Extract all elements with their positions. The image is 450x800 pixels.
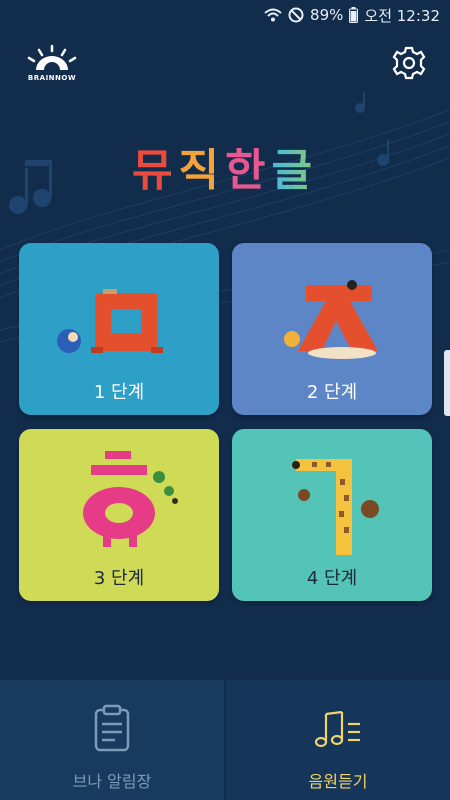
settings-button[interactable]: [390, 44, 428, 82]
battery-percent: 89%: [310, 6, 344, 24]
bottom-navigation: 브나 알림장 음원듣기: [0, 680, 450, 800]
app-title: 뮤직한글: [120, 124, 330, 196]
stage-1-card[interactable]: 1 단계: [19, 243, 219, 415]
notice-board-button[interactable]: 브나 알림장: [0, 680, 224, 800]
notice-board-label: 브나 알림장: [72, 772, 152, 791]
letter-hieut-icon: [83, 451, 178, 547]
letter-mieum-icon: [57, 289, 163, 353]
sunrise-logo-icon: [27, 44, 77, 70]
stage-1-label: 1 단계: [93, 382, 145, 403]
giraffe-icon: [292, 459, 379, 555]
clock: 오전 12:32: [364, 6, 440, 25]
battery-icon: [349, 7, 359, 23]
do-not-disturb-icon: [288, 7, 304, 23]
stage-4-card[interactable]: 4 단계: [232, 429, 432, 601]
clipboard-icon: [94, 704, 130, 752]
stage-4-label: 4 단계: [306, 568, 358, 589]
letter-jieut-icon: [284, 280, 378, 359]
music-list-icon: [314, 710, 360, 748]
title-text: 뮤직한글: [120, 134, 330, 198]
gear-icon: [392, 46, 426, 80]
wifi-icon: [264, 8, 282, 22]
listen-music-label: 음원듣기: [308, 772, 368, 791]
stage-2-card[interactable]: 2 단계: [232, 243, 432, 415]
stage-3-label: 3 단계: [93, 568, 145, 589]
stage-2-label: 2 단계: [306, 382, 358, 403]
brainnow-logo: BRAINNOW: [22, 44, 82, 86]
status-bar: 89% 오전 12:32: [0, 0, 450, 30]
side-panel-handle[interactable]: [444, 350, 450, 416]
listen-music-button[interactable]: 음원듣기: [226, 680, 450, 800]
logo-text: BRAINNOW: [27, 74, 77, 82]
stage-3-card[interactable]: 3 단계: [19, 429, 219, 601]
